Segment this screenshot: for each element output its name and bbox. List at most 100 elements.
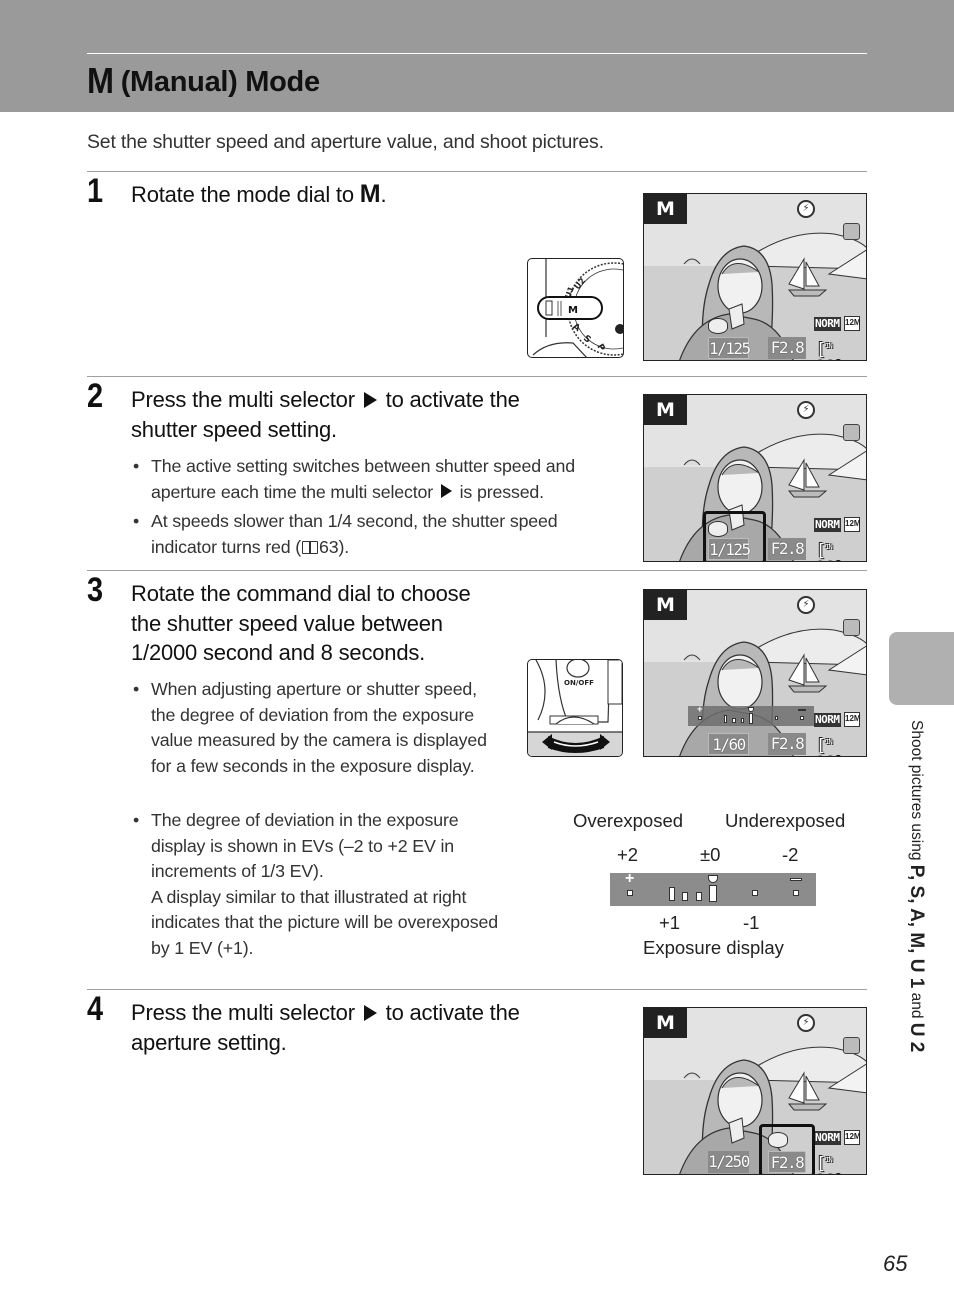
- intro-text: Set the shutter speed and aperture value…: [87, 131, 604, 153]
- ev-deviation-segment: [732, 717, 736, 723]
- flash-off-icon: ⚡: [797, 1014, 815, 1032]
- minus-icon: [790, 878, 802, 881]
- manual-mode-icon: M: [87, 60, 114, 101]
- aperture-value: F2.8: [768, 733, 806, 755]
- bullet-item: At speeds slower than 1/4 second, the sh…: [131, 509, 621, 560]
- shooting-mode-indicator: M: [644, 395, 687, 425]
- active-setting-highlight: [759, 1124, 815, 1174]
- bullet-item: The active setting switches between shut…: [131, 454, 621, 505]
- ev-deviation-segment: [696, 892, 703, 901]
- exposures-remaining: [IN 16]: [816, 340, 845, 360]
- ev-label-plus2: +2: [617, 844, 639, 865]
- command-dial-illustration: ON/OFF: [527, 659, 623, 757]
- step-2-bullets: The active setting switches between shut…: [131, 454, 621, 564]
- ev-tick-mark: [800, 716, 804, 720]
- shutter-speed-value: 1/60: [708, 733, 749, 755]
- exposure-indicator-bar: +: [688, 703, 814, 726]
- plus-icon: +: [625, 870, 635, 887]
- vibration-reduction-icon: [843, 619, 860, 636]
- image-size-indicator: 12M: [844, 1130, 861, 1145]
- internal-memory-icon: IN: [825, 543, 833, 551]
- ev-deviation-segment: [723, 714, 728, 723]
- ev-deviation-segment: [682, 892, 689, 901]
- chapter-header-band: M (Manual) Mode: [0, 0, 954, 112]
- camera-screen-step-2: M ⚡ NORM 12M 1/125 F2.8 [IN 16]: [643, 394, 867, 562]
- ev-label-plus1: +1: [659, 912, 681, 933]
- step-3-bullets-2: The degree of deviation in the exposure …: [131, 808, 551, 965]
- manual-mode-icon: M: [359, 180, 381, 208]
- camera-screen-step-1: M ⚡ NORM 12M 1/125 F2.8 [IN 16]: [643, 193, 867, 361]
- shooting-mode-indicator: M: [644, 194, 687, 224]
- shutter-speed-value: 1/125: [708, 337, 751, 359]
- zero-ev-marker: [708, 875, 718, 883]
- zero-ev-marker: [748, 707, 754, 712]
- divider: [87, 989, 867, 990]
- zero-ev-bar: [709, 885, 717, 902]
- page-number: 65: [883, 1251, 908, 1276]
- step-2-title: Press the multi selector to activate the…: [131, 387, 520, 442]
- exposure-display-bar: +: [610, 870, 816, 906]
- on-off-label: ON/OFF: [564, 679, 594, 687]
- internal-memory-icon: IN: [825, 1156, 833, 1164]
- image-quality-indicator: NORM: [814, 713, 841, 727]
- image-size-indicator: 12M: [844, 712, 861, 727]
- aperture-value: F2.8: [768, 538, 806, 560]
- image-quality-indicator: NORM: [814, 518, 841, 532]
- exposure-display-caption: Exposure display: [643, 937, 784, 958]
- shooting-mode-indicator: M: [644, 590, 687, 620]
- active-setting-highlight: [703, 511, 766, 561]
- page-reference-icon: [302, 540, 319, 554]
- ev-label-zero: ±0: [700, 844, 721, 865]
- step-1-number: 1: [87, 172, 104, 210]
- chapter-side-label: Shoot pictures using P, S, A, M, U 1 and…: [906, 720, 927, 1053]
- aperture-value: F2.8: [768, 337, 806, 359]
- multi-selector-right-icon: [440, 483, 452, 498]
- flash-off-icon: ⚡: [797, 401, 815, 419]
- header-rule: [87, 53, 867, 54]
- svg-text:M: M: [568, 305, 578, 316]
- ev-tick-mark: [774, 716, 779, 720]
- internal-memory-icon: IN: [825, 342, 833, 350]
- step-2-number: 2: [87, 377, 104, 415]
- flash-off-icon: ⚡: [797, 200, 815, 218]
- step-4-title: Press the multi selector to activate the…: [131, 1000, 520, 1055]
- minus-icon: [798, 709, 806, 711]
- exposures-remaining: [IN 16]: [816, 541, 845, 561]
- plus-icon: +: [697, 703, 703, 715]
- ev-tick-mark: [698, 716, 702, 720]
- bullet-item: The degree of deviation in the exposure …: [131, 808, 551, 961]
- divider: [87, 570, 867, 571]
- exposures-remaining: [IN 16]: [816, 1154, 845, 1174]
- ev-deviation-segment: [740, 717, 745, 723]
- ev-label-minus1: -1: [743, 912, 760, 933]
- underexposed-label: Underexposed: [725, 810, 846, 831]
- exposures-remaining: [IN 16]: [816, 736, 845, 756]
- ev-label-minus2: -2: [782, 844, 799, 865]
- divider: [87, 376, 867, 377]
- zero-ev-bar: [748, 713, 754, 724]
- step-1-title: Rotate the mode dial to M.: [131, 180, 387, 208]
- camera-screen-step-4: M ⚡ NORM 12M 1/250 F2.8 [IN 16]: [643, 1007, 867, 1175]
- ev-tick-mark: [793, 890, 799, 896]
- image-quality-indicator: NORM: [814, 1131, 841, 1145]
- step-3-number: 3: [87, 571, 104, 609]
- vibration-reduction-icon: [843, 424, 860, 441]
- multi-selector-right-icon: [363, 1005, 377, 1021]
- shutter-speed-value: 1/250: [708, 1151, 750, 1173]
- chapter-side-tab[interactable]: [889, 632, 954, 705]
- image-quality-indicator: NORM: [814, 317, 841, 331]
- bullet-item: When adjusting aperture or shutter speed…: [131, 677, 521, 779]
- step-3-bullets: When adjusting aperture or shutter speed…: [131, 677, 521, 783]
- step-4-number: 4: [87, 990, 104, 1028]
- flash-off-icon: ⚡: [797, 596, 815, 614]
- image-size-indicator: 12M: [844, 316, 861, 331]
- command-dial-icon: [708, 318, 728, 334]
- internal-memory-icon: IN: [825, 738, 833, 746]
- shooting-mode-indicator: M: [644, 1008, 687, 1038]
- vibration-reduction-icon: [843, 1037, 860, 1054]
- divider: [87, 171, 867, 172]
- multi-selector-right-icon: [363, 392, 377, 408]
- ev-tick-mark: [627, 890, 633, 896]
- ev-deviation-segment: [668, 887, 675, 901]
- page-title: M (Manual) Mode: [87, 60, 320, 101]
